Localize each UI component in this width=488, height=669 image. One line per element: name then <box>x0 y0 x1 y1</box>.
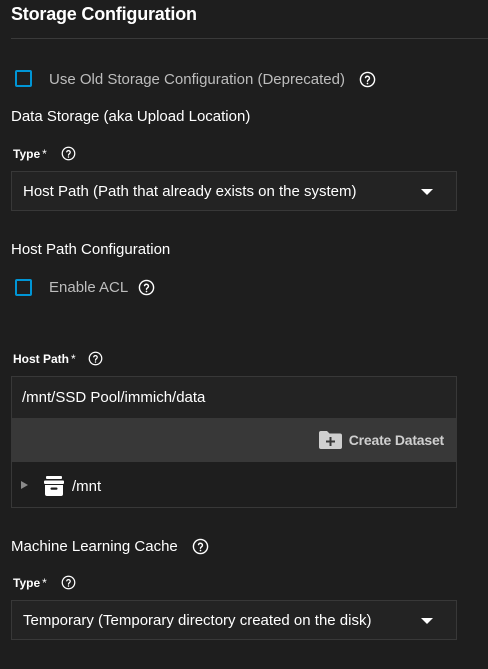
create-dataset-label: Create Dataset <box>348 432 444 448</box>
help-icon[interactable] <box>61 575 76 590</box>
section-title: Storage Configuration <box>11 4 197 24</box>
enable-acl-checkbox[interactable] <box>15 279 32 296</box>
ml-cache-type-select[interactable]: Temporary (Temporary directory created o… <box>11 600 457 640</box>
help-icon[interactable] <box>61 146 76 161</box>
folder-plus-icon <box>318 431 342 449</box>
expand-toggle-icon[interactable] <box>21 481 28 489</box>
chevron-down-icon <box>421 618 433 624</box>
data-storage-heading: Data Storage (aka Upload Location) <box>11 108 251 125</box>
host-path-value[interactable]: /mnt/SSD Pool/immich/data <box>22 389 205 406</box>
required-mark: * <box>42 576 47 590</box>
type-label-text: Type <box>13 147 41 161</box>
old-storage-checkbox[interactable] <box>15 70 32 87</box>
select-value: Host Path (Path that already exists on t… <box>23 183 357 200</box>
help-icon[interactable] <box>88 351 103 366</box>
required-mark: * <box>42 147 47 161</box>
host-path-label-text: Host Path <box>13 352 70 366</box>
section-divider <box>11 38 488 39</box>
help-icon[interactable] <box>138 279 155 296</box>
explorer-toolbar: Create Dataset <box>11 418 457 462</box>
type-label-text: Type <box>13 576 41 590</box>
chevron-down-icon <box>421 189 433 195</box>
old-storage-label[interactable]: Use Old Storage Configuration (Deprecate… <box>49 71 345 88</box>
storage-pool-icon <box>44 476 64 496</box>
host-path-input[interactable]: /mnt/SSD Pool/immich/data <box>11 376 457 418</box>
enable-acl-label[interactable]: Enable ACL <box>49 279 128 296</box>
data-storage-type-select[interactable]: Host Path (Path that already exists on t… <box>11 171 457 211</box>
dataset-tree: /mnt <box>11 462 457 508</box>
help-icon[interactable] <box>359 71 376 88</box>
help-icon[interactable] <box>192 538 209 555</box>
tree-node-mnt[interactable]: /mnt <box>72 478 101 495</box>
create-dataset-button[interactable]: Create Dataset <box>318 428 444 452</box>
ml-cache-heading: Machine Learning Cache <box>11 538 178 555</box>
ml-cache-type-label: Type * <box>13 576 47 590</box>
host-path-label: Host Path * <box>13 352 76 366</box>
select-value: Temporary (Temporary directory created o… <box>23 612 372 629</box>
host-path-config-heading: Host Path Configuration <box>11 241 171 258</box>
data-storage-type-label: Type * <box>13 147 47 161</box>
required-mark: * <box>71 352 76 366</box>
